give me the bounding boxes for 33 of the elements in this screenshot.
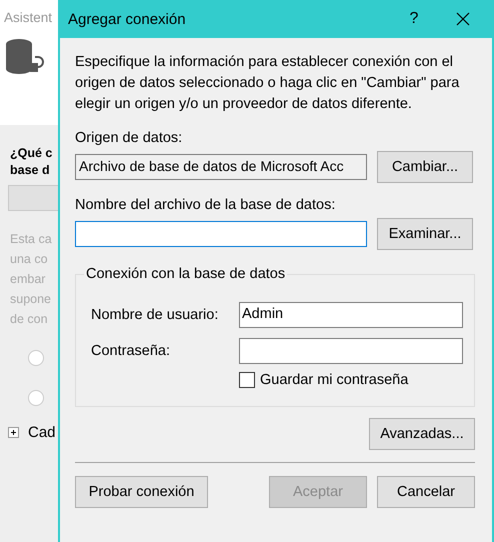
password-field[interactable] [239, 338, 463, 364]
description-text: Esta ca [10, 231, 53, 248]
dialog-button[interactable]: Cancelar [377, 476, 475, 508]
tree-item[interactable]: Cad [28, 424, 56, 441]
field-label: Contraseña: [91, 343, 171, 359]
dialog-title: Agregar conexión [68, 10, 187, 28]
help-button[interactable]: ? [394, 0, 434, 38]
field-label: Nombre de usuario: [91, 307, 220, 323]
checkbox-label[interactable]: Guardar mi contraseña [260, 372, 408, 388]
description-text: de con [10, 311, 49, 328]
close-icon [456, 12, 470, 26]
description-text: supone [10, 291, 52, 308]
data-source-field: Archivo de base de datos de Microsoft Acc [75, 154, 367, 180]
change-button[interactable]: Cambiar... [377, 151, 473, 183]
section-heading: base d [10, 162, 51, 179]
group-title: Conexión con la base de datos [85, 266, 286, 282]
window-title: Asistent [4, 10, 54, 25]
username-field[interactable]: Admin [239, 302, 463, 328]
advanced-button[interactable]: Avanzadas... [369, 418, 475, 450]
radio-button[interactable] [28, 390, 44, 406]
checkbox[interactable] [239, 372, 255, 388]
description-text: una co [10, 251, 49, 268]
expand-icon[interactable] [8, 427, 19, 438]
instructions-text: Especifique la información para establecer conexión con el origen de datos seleccionado o haga clic en "Cambiar" para elegir un origen y/o un proveedor de datos diferente. [75, 53, 460, 114]
field-label: Nombre del archivo de la base de datos: [75, 197, 336, 213]
description-text: embar [10, 271, 46, 288]
dialog-button[interactable]: Probar conexión [75, 476, 208, 508]
radio-button[interactable] [28, 350, 44, 366]
file-name-field[interactable] [75, 221, 367, 247]
field-label: Origen de datos: [75, 130, 184, 146]
dropdown-field[interactable] [8, 185, 58, 211]
section-heading: ¿Qué c [10, 145, 54, 162]
browse-button[interactable]: Examinar... [377, 218, 473, 250]
